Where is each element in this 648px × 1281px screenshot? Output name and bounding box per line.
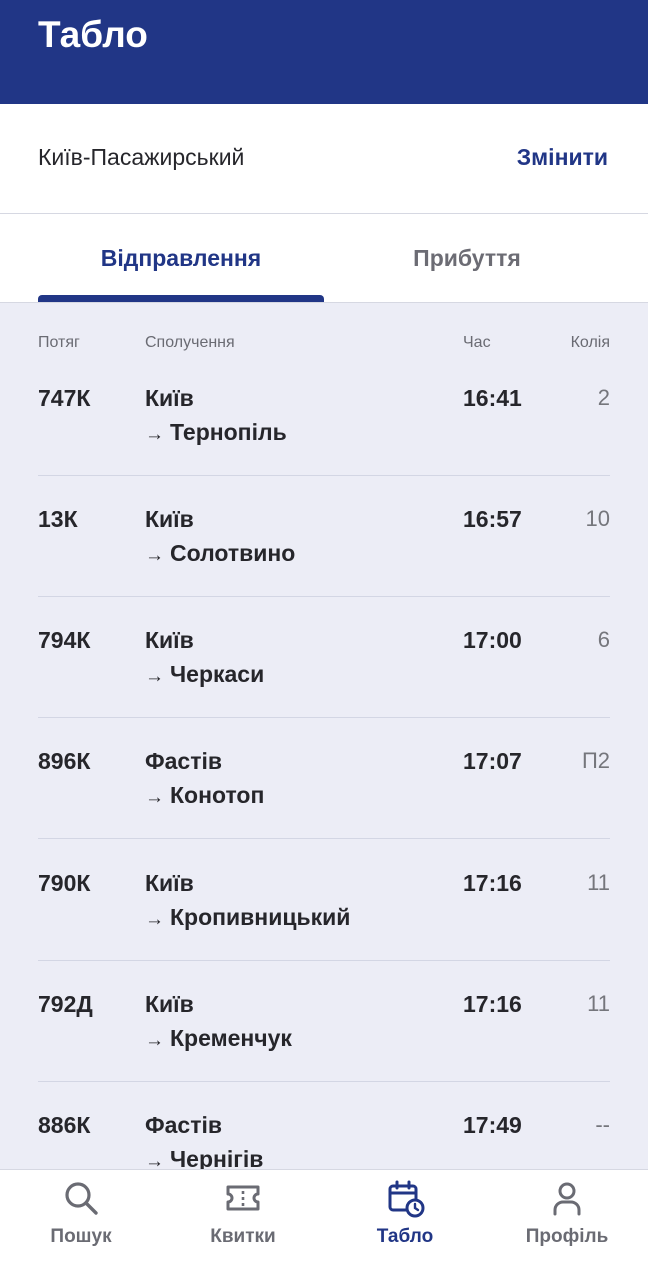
route-destination: → Конотоп: [145, 782, 265, 808]
arrow-right-icon: →: [145, 545, 164, 566]
calendar-clock-icon: [388, 1180, 425, 1218]
nav-label: Профіль: [525, 1226, 609, 1247]
route-origin: Київ: [145, 627, 194, 653]
nav-profile[interactable]: Профіль: [486, 1170, 648, 1281]
profile-icon: [553, 1182, 581, 1216]
bottom-navigation: Пошук Квитки Табло Профіль: [0, 1169, 648, 1281]
departure-time: 17:16: [463, 870, 522, 896]
nav-board[interactable]: Табло: [324, 1170, 486, 1281]
change-station-button[interactable]: Змінити: [517, 144, 608, 171]
route-origin: Фастів: [145, 1112, 223, 1138]
train-number: 747К: [38, 385, 91, 411]
arrow-right-icon: →: [145, 909, 164, 930]
route-destination: → Солотвино: [145, 540, 296, 566]
table-row[interactable]: 790К Київ → Кропивницький 17:16 11: [38, 839, 610, 961]
train-number: 886К: [38, 1112, 91, 1138]
column-header-route: Сполучення: [145, 334, 235, 351]
train-number: 790К: [38, 870, 91, 896]
track-number: --: [595, 1112, 610, 1137]
train-number: 13К: [38, 506, 78, 532]
route-destination: → Тернопіль: [145, 419, 287, 445]
column-header-train: Потяг: [38, 334, 80, 351]
arrow-right-icon: →: [145, 1151, 164, 1169]
table-row[interactable]: 792Д Київ → Кременчук 17:16 11: [38, 960, 610, 1082]
arrow-right-icon: →: [145, 424, 164, 445]
station-selector: Київ-Пасажирський Змінити: [0, 104, 648, 214]
nav-label: Табло: [376, 1226, 434, 1247]
table-row[interactable]: 747К Київ → Тернопіль 16:41 2: [38, 354, 610, 476]
tab-arrivals[interactable]: Прибуття: [324, 214, 610, 302]
table-row[interactable]: 896К Фастів → Конотоп 17:07 П2: [38, 717, 610, 839]
board-tabs: Відправлення Прибуття: [0, 214, 648, 303]
route-origin: Київ: [145, 870, 194, 896]
departure-time: 17:00: [463, 627, 522, 653]
arrow-right-icon: →: [145, 666, 164, 687]
departures-board[interactable]: Потяг Сполучення Час Колія 747К Київ → Те…: [0, 303, 648, 1169]
departure-time: 17:16: [463, 991, 522, 1017]
arrow-right-icon: →: [145, 787, 164, 808]
tab-departures[interactable]: Відправлення: [38, 214, 324, 302]
route-origin: Київ: [145, 385, 194, 411]
train-number: 792Д: [38, 991, 93, 1017]
search-icon: [65, 1182, 98, 1215]
column-header-time: Час: [463, 334, 491, 351]
train-number: 794К: [38, 627, 91, 653]
nav-label: Пошук: [50, 1226, 112, 1247]
track-number: 6: [597, 627, 610, 652]
app-header: Табло: [0, 0, 648, 104]
route-destination: → Кропивницький: [145, 904, 351, 930]
page-title: Табло: [38, 14, 148, 55]
route-destination: → Черкаси: [145, 661, 265, 687]
track-number: 2: [597, 385, 610, 410]
table-row[interactable]: 886К Фастів → Чернігів 17:49 --: [38, 1081, 610, 1169]
track-number: 11: [587, 870, 610, 895]
track-number: 11: [587, 991, 610, 1016]
departure-time: 17:49: [463, 1112, 522, 1138]
track-number: 10: [585, 506, 610, 531]
nav-search[interactable]: Пошук: [0, 1170, 162, 1281]
ticket-icon: [226, 1185, 260, 1211]
nav-tickets[interactable]: Квитки: [162, 1170, 324, 1281]
departure-time: 16:57: [463, 506, 522, 532]
station-name: Київ-Пасажирський: [38, 144, 245, 170]
column-header-track: Колія: [570, 334, 610, 351]
track-number: П2: [581, 748, 610, 773]
route-origin: Фастів: [145, 748, 223, 774]
route-destination: → Кременчук: [145, 1025, 292, 1051]
arrow-right-icon: →: [145, 1030, 164, 1051]
table-row[interactable]: 794К Київ → Черкаси 17:00 6: [38, 596, 610, 718]
route-origin: Київ: [145, 991, 194, 1017]
nav-label: Квитки: [210, 1226, 276, 1247]
departure-time: 16:41: [463, 385, 522, 411]
route-origin: Київ: [145, 506, 194, 532]
table-row[interactable]: 13К Київ → Солотвино 16:57 10: [38, 475, 610, 597]
route-destination: → Чернігів: [145, 1146, 263, 1169]
departure-time: 17:07: [463, 748, 522, 774]
train-number: 896К: [38, 748, 91, 774]
active-tab-indicator: [38, 295, 324, 302]
